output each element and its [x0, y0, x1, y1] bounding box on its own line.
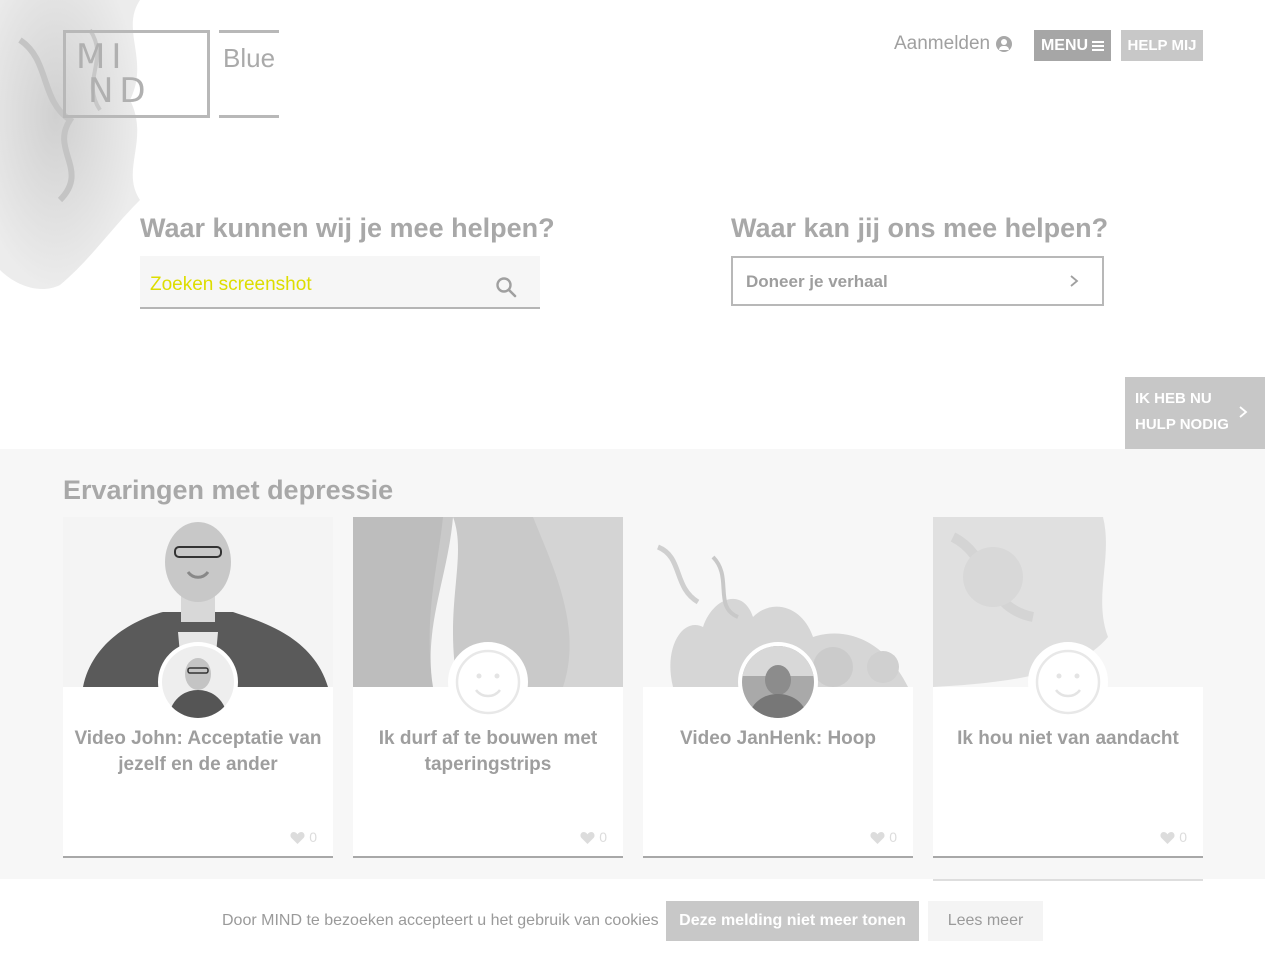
logo-text-nd: ND	[88, 71, 152, 111]
menu-label: MENU	[1040, 36, 1089, 54]
default-avatar	[448, 642, 528, 722]
likes-counter[interactable]: 0	[290, 829, 317, 845]
likes-count: 0	[309, 829, 317, 845]
cookie-message: Door MIND te bezoeken accepteert u het g…	[222, 912, 659, 929]
donate-story-button[interactable]: Doneer je verhaal	[731, 256, 1104, 306]
help-me-button[interactable]: HELP MIJ	[1121, 30, 1203, 61]
likes-counter[interactable]: 0	[870, 829, 897, 845]
author-avatar	[738, 642, 818, 722]
logo-blue: Blue	[219, 30, 279, 118]
help-me-label: HELP MIJ	[1127, 37, 1197, 54]
author-avatar	[158, 642, 238, 722]
logo-box: MI ND	[63, 30, 210, 118]
section-title: Ervaringen met depressie	[63, 475, 394, 505]
login-link[interactable]: Aanmelden	[894, 33, 1013, 55]
divider	[933, 879, 1203, 881]
story-card[interactable]: Video JanHenk: Hoop 0	[643, 517, 913, 858]
likes-count: 0	[889, 829, 897, 845]
donate-story-label: Doneer je verhaal	[746, 272, 888, 291]
card-title: Ik durf af te bouwen met taperingstrips	[378, 728, 598, 775]
card-title: Video JanHenk: Hoop	[679, 728, 876, 749]
need-help-line1: IK HEB NU	[1135, 390, 1212, 407]
hamburger-icon	[1092, 40, 1105, 51]
chevron-right-icon	[1070, 275, 1079, 287]
likes-counter[interactable]: 0	[580, 829, 607, 845]
heart-icon	[290, 831, 305, 844]
cookie-bar: Door MIND te bezoeken accepteert u het g…	[0, 879, 1265, 961]
likes-count: 0	[599, 829, 607, 845]
card-title: Video John: Acceptatie van jezelf en de …	[74, 728, 322, 775]
story-card[interactable]: Video John: Acceptatie van jezelf en de …	[63, 517, 333, 858]
login-label: Aanmelden	[894, 33, 991, 54]
chevron-right-icon	[1239, 406, 1248, 418]
mind-blue-logo[interactable]: MI ND Blue	[63, 30, 280, 118]
user-icon	[996, 36, 1013, 52]
heart-icon	[1160, 831, 1175, 844]
experiences-section: Ervaringen met depressie Video John: Acc…	[0, 449, 1265, 879]
menu-button[interactable]: MENU	[1034, 30, 1111, 61]
help-you-heading: Waar kunnen wij je mee helpen?	[140, 213, 555, 243]
card-title: Ik hou niet van aandacht	[957, 728, 1179, 749]
cookie-dismiss-button[interactable]: Deze melding niet meer tonen	[666, 901, 919, 941]
search-box	[140, 256, 540, 309]
need-help-line2: HULP NODIG	[1135, 416, 1229, 433]
story-card[interactable]: Ik durf af te bouwen met taperingstrips …	[353, 517, 623, 858]
story-card[interactable]: Ik hou niet van aandacht 0	[933, 517, 1203, 858]
cookie-read-more-button[interactable]: Lees meer	[928, 901, 1043, 941]
default-avatar	[1028, 642, 1108, 722]
logo-text-mi: MI	[76, 37, 128, 77]
help-us-heading: Waar kan jij ons mee helpen?	[731, 213, 1109, 243]
heart-icon	[870, 831, 885, 844]
likes-count: 0	[1179, 829, 1187, 845]
search-icon[interactable]	[495, 276, 517, 298]
search-input[interactable]	[150, 274, 480, 296]
need-help-now-button[interactable]: IK HEB NU HULP NODIG	[1125, 377, 1265, 449]
heart-icon	[580, 831, 595, 844]
logo-text-blue: Blue	[223, 43, 276, 73]
likes-counter[interactable]: 0	[1160, 829, 1187, 845]
